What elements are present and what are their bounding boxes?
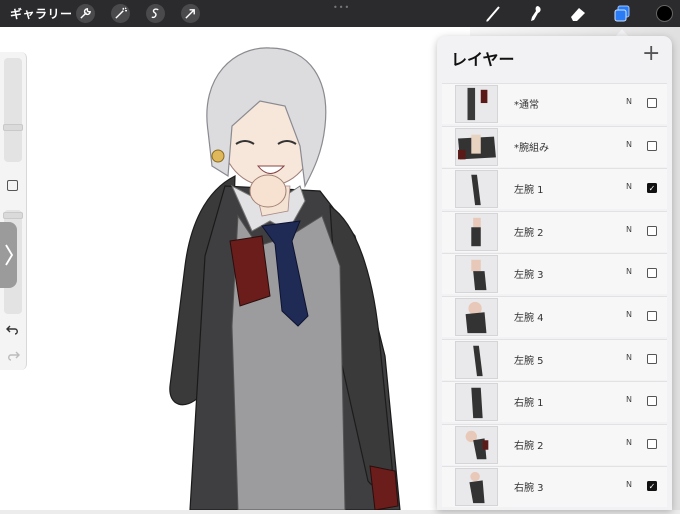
visibility-checkbox[interactable] [647,310,657,321]
blend-mode-label[interactable]: N [626,225,632,234]
layer-row[interactable]: 右腕 1 N [442,381,667,423]
visibility-checkbox[interactable] [647,353,657,364]
visibility-checkbox[interactable] [647,396,657,407]
visibility-checkbox[interactable] [647,140,657,151]
panel-title: レイヤー [451,50,515,69]
layer-name: *通常 [514,100,539,111]
layer-thumbnail [455,255,498,294]
layer-row[interactable]: *通常 N [442,83,667,124]
brush-icon[interactable] [483,4,503,24]
modify-button[interactable] [7,180,18,191]
layer-name: 左腕 2 [514,227,544,239]
layer-name: 右腕 1 [514,398,544,410]
layer-row[interactable]: 左腕 5 N [442,338,667,380]
layer-row[interactable]: 左腕 2 N [442,210,667,252]
layer-thumbnail [455,297,498,336]
gallery-button[interactable]: ギャラリー [10,5,73,22]
layer-thumbnail [455,170,498,209]
layer-thumbnail [455,212,498,251]
visibility-checkbox[interactable]: ✓ [647,481,657,492]
layer-row[interactable]: 右腕 2 N [442,423,667,465]
layers-panel: レイヤー + *通常 N *腕組み N 左腕 1 N ✓ 左腕 2 N 左腕 3… [437,36,672,510]
adjustments-wand-icon[interactable] [111,4,130,23]
blend-mode-label[interactable]: N [626,182,632,191]
layer-row[interactable]: *腕組み N [442,125,667,167]
selection-icon[interactable] [146,4,165,23]
layer-row[interactable]: 左腕 4 N [442,295,667,337]
layer-name: 左腕 3 [514,270,544,282]
layer-thumbnail [455,468,498,507]
layer-row[interactable]: 右腕 3 N ✓ [442,466,667,508]
layer-thumbnail [455,383,498,422]
visibility-checkbox[interactable] [647,268,657,279]
eraser-icon[interactable] [568,4,588,24]
undo-icon[interactable] [6,322,20,336]
visibility-checkbox[interactable] [647,98,657,108]
layer-name: 左腕 4 [514,312,544,324]
transform-arrow-icon[interactable] [181,4,200,23]
layer-row[interactable]: 左腕 1 N ✓ [442,168,667,210]
layer-name: 右腕 2 [514,440,544,452]
layer-thumbnail [455,85,498,123]
color-picker-button[interactable] [656,5,673,22]
visibility-checkbox[interactable] [647,438,657,449]
brush-size-slider[interactable] [4,58,22,162]
blend-mode-label[interactable]: N [626,267,632,276]
blend-mode-label[interactable]: N [626,97,632,106]
layer-row[interactable]: 左腕 3 N [442,253,667,295]
blend-mode-label[interactable]: N [626,395,632,404]
blend-mode-label[interactable]: N [626,480,632,489]
add-layer-button[interactable]: + [642,43,660,65]
redo-icon[interactable] [6,348,20,362]
top-toolbar: ギャラリー ••• [0,0,680,27]
blend-mode-label[interactable]: N [626,310,632,319]
layer-thumbnail [455,425,498,464]
more-dots-icon[interactable]: ••• [333,3,350,12]
layer-name: 左腕 1 [514,185,544,197]
visibility-checkbox[interactable] [647,225,657,236]
blend-mode-label[interactable]: N [626,140,632,149]
blend-mode-label[interactable]: N [626,438,632,447]
layer-name: 左腕 5 [514,355,544,367]
layer-list: *通常 N *腕組み N 左腕 1 N ✓ 左腕 2 N 左腕 3 N 左腕 4… [442,83,667,509]
brush-size-thumb[interactable] [3,124,23,131]
layer-name: 右腕 3 [514,483,544,495]
layer-name: *腕組み [514,142,549,154]
sidebar-handle[interactable] [0,222,17,288]
left-sidebar [0,52,27,370]
visibility-checkbox[interactable]: ✓ [647,183,657,194]
chevron-right-icon [4,244,13,266]
actions-wrench-icon[interactable] [76,4,95,23]
layer-thumbnail [455,127,498,166]
layers-icon[interactable] [612,4,632,24]
opacity-thumb[interactable] [3,212,23,219]
blend-mode-label[interactable]: N [626,353,632,362]
smudge-icon[interactable] [526,4,546,24]
layer-thumbnail [455,340,498,379]
